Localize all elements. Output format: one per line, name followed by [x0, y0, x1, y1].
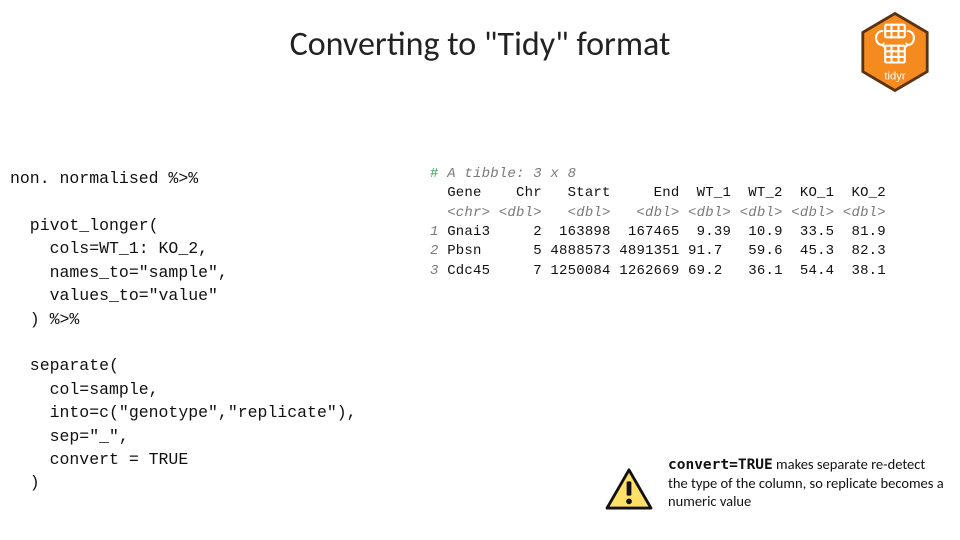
code-line: non. normalised %>%	[10, 169, 198, 188]
tibble-rownum: 2	[430, 243, 439, 259]
code-line: separate(	[10, 356, 119, 375]
tibble-hash: #	[430, 166, 439, 182]
code-line: sep="_",	[10, 427, 129, 446]
tibble-rownum: 3	[430, 263, 439, 279]
logo-text: tidyr	[884, 70, 905, 82]
code-line: convert = TRUE	[10, 450, 188, 469]
tibble-types: <chr> <dbl> <dbl> <dbl> <dbl> <dbl> <dbl…	[430, 205, 886, 221]
tidyr-hex-logo: tidyr	[860, 12, 930, 92]
code-line: into=c("genotype","replicate"),	[10, 403, 357, 422]
footnote: convert=TRUE makes separate re-detect th…	[668, 455, 948, 510]
code-line: pivot_longer(	[10, 216, 159, 235]
footnote-code: convert=TRUE	[668, 457, 773, 473]
code-line: names_to="sample",	[10, 263, 228, 282]
code-line: )	[10, 473, 40, 492]
code-line: cols=WT_1: KO_2,	[10, 239, 208, 258]
tibble-row: Pbsn 5 4888573 4891351 91.7 59.6 45.3 82…	[439, 243, 886, 259]
tibble-header: A tibble: 3 x 8	[439, 166, 577, 182]
tibble-cols: Gene Chr Start End WT_1 WT_2 KO_1 KO_2	[430, 185, 886, 201]
code-line: col=sample,	[10, 380, 159, 399]
warning-icon	[605, 468, 653, 510]
tibble-row: Gnai3 2 163898 167465 9.39 10.9 33.5 81.…	[439, 224, 886, 240]
tibble-row: Cdc45 7 1250084 1262669 69.2 36.1 54.4 3…	[439, 263, 886, 279]
code-line: values_to="value"	[10, 286, 218, 305]
slide-title: Converting to "Tidy" format	[0, 24, 960, 65]
code-line: ) %>%	[10, 310, 79, 329]
r-code-block: non. normalised %>% pivot_longer( cols=W…	[10, 167, 357, 495]
tibble-rownum: 1	[430, 224, 439, 240]
tibble-output: # A tibble: 3 x 8 Gene Chr Start End WT_…	[430, 165, 886, 281]
